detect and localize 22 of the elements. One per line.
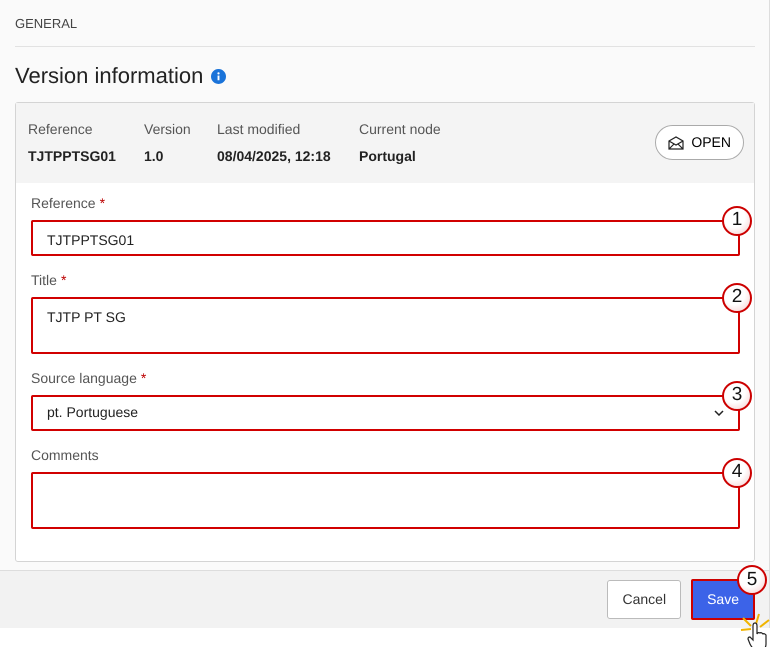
summary-label: Last modified [217,120,302,138]
summary-label: Reference [28,120,94,138]
callout-number: 2 [722,282,752,312]
required-mark: * [100,194,106,210]
callout-number: 4 [722,458,752,488]
section-title: Version information [15,62,204,90]
field-label: Title * [31,270,68,290]
summary-label: Version [144,120,192,138]
callout-number: 3 [722,380,752,410]
required-mark: * [60,272,66,288]
callout-number: 5 [737,565,767,595]
required-mark: * [140,370,146,386]
summary-value: Portugal [359,146,417,166]
summary-value: 08/04/2025, 12:18 [217,146,332,166]
summary-label: Current node [359,120,442,138]
summary-value: TJTPPTSG01 [28,146,117,166]
callout-number: 1 [722,206,752,236]
section-label: GENERAL [15,14,755,46]
field-label: Reference * [31,194,106,212]
field-label: Comments [31,446,100,464]
field-label: Source language * [31,368,148,388]
summary-value: 1.0 [144,146,164,166]
